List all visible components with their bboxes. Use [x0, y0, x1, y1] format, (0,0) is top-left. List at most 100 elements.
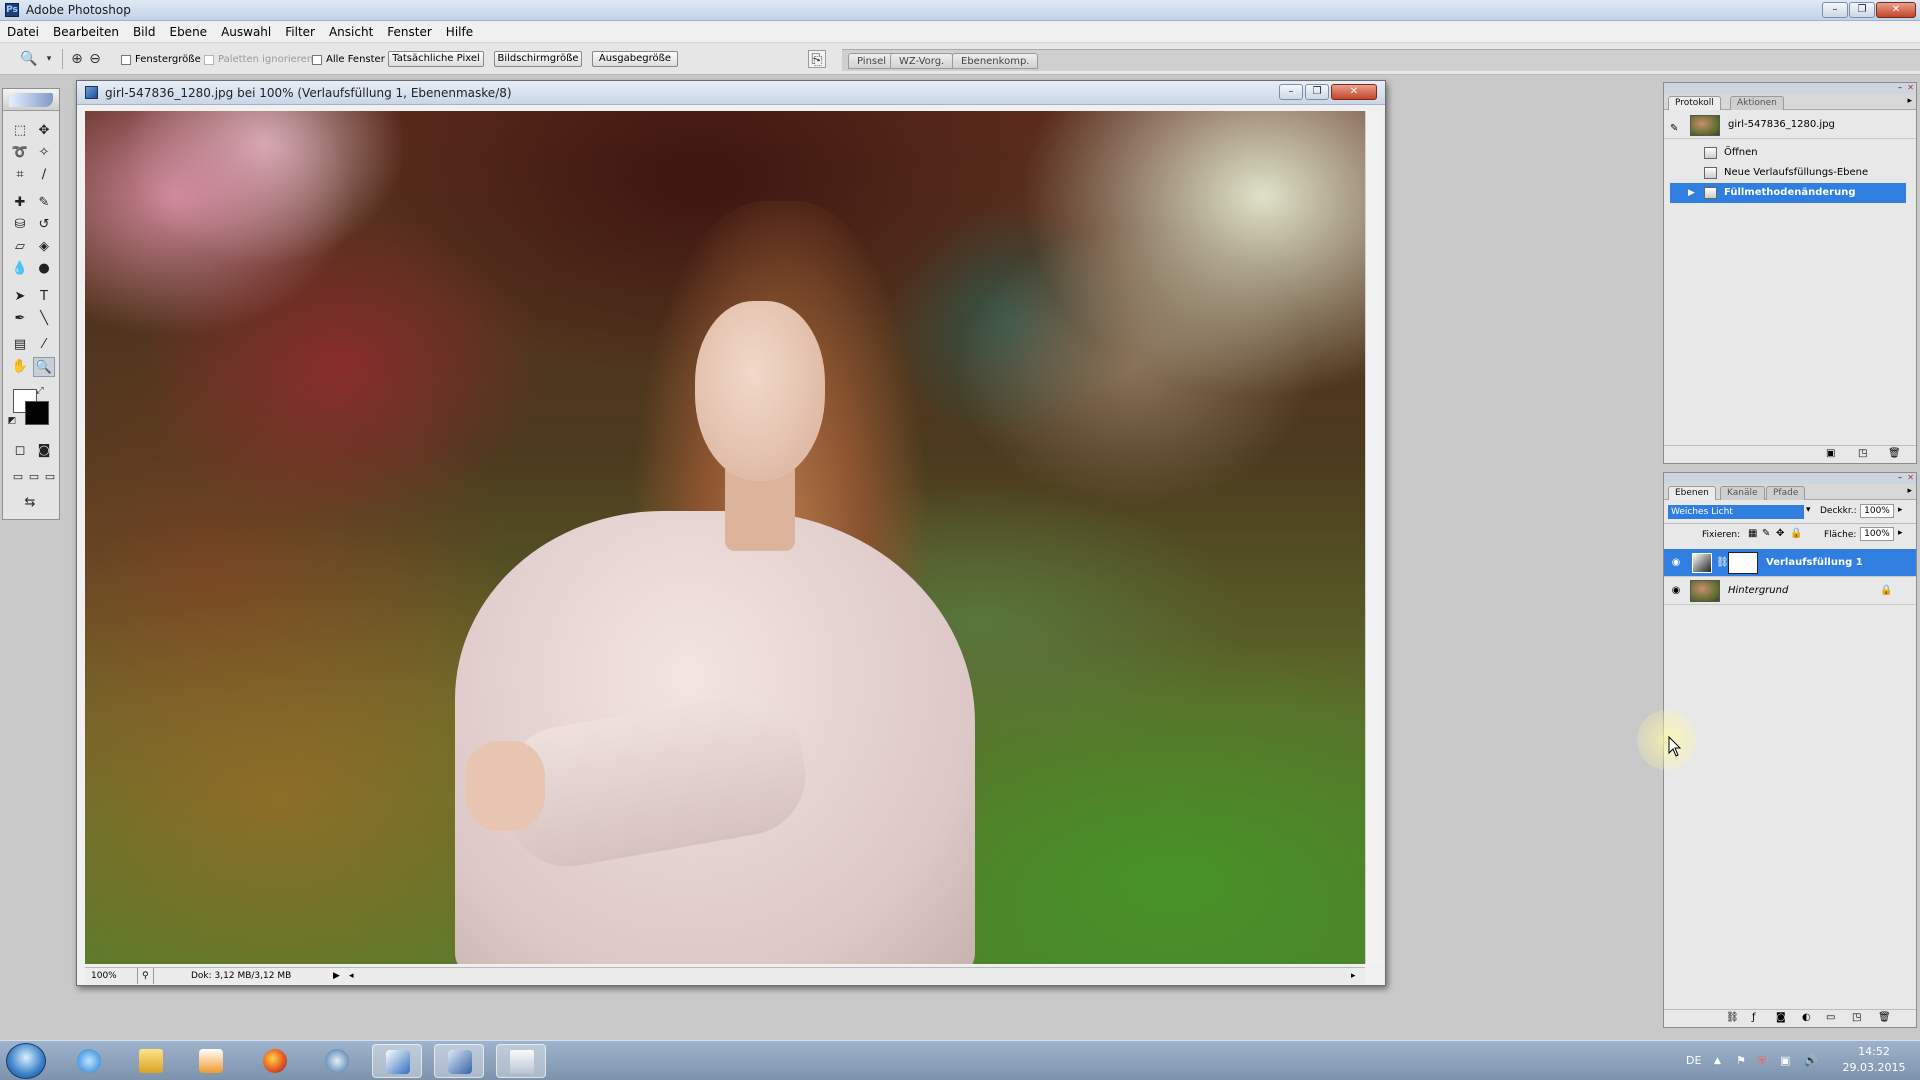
well-tab-pinsel[interactable]: Pinsel — [848, 53, 896, 69]
firefox-icon[interactable] — [250, 1044, 300, 1078]
vertical-scrollbar[interactable] — [1365, 111, 1381, 964]
move-tool-icon[interactable]: ✥ — [33, 121, 55, 141]
eyedropper-tool-icon[interactable]: ⁄ — [33, 335, 55, 355]
lock-all-icon[interactable]: 🔒 — [1790, 528, 1802, 539]
panel-close-icon[interactable]: ✕ — [1907, 83, 1914, 92]
panel-menu-icon[interactable]: ▸ — [1907, 486, 1912, 496]
internet-explorer-icon[interactable] — [64, 1044, 114, 1078]
zoom-out-icon[interactable]: ⊖ — [86, 50, 104, 68]
chevron-down-icon[interactable]: ▾ — [1806, 505, 1811, 515]
tool-preset-dropdown-icon[interactable]: ▾ — [40, 50, 58, 68]
opacity-input[interactable]: 100% — [1860, 504, 1894, 518]
standard-mode-icon[interactable]: ◻ — [9, 441, 31, 461]
magic-wand-tool-icon[interactable]: ✧ — [33, 143, 55, 163]
network-icon[interactable]: ▣ — [1780, 1041, 1790, 1080]
layer-row-hintergrund[interactable]: ◉ Hintergrund 🔒 — [1664, 577, 1916, 605]
taskbar-clock[interactable]: 14:52 29.03.2015 — [1834, 1044, 1914, 1076]
volume-icon[interactable]: 🔊 — [1804, 1041, 1818, 1080]
new-document-from-state-icon[interactable]: ▣ — [1826, 448, 1835, 459]
alle-fenster-checkbox[interactable]: Alle Fenster — [312, 54, 385, 65]
marquee-tool-icon[interactable]: ⬚ — [9, 121, 31, 141]
doc-maximize-button[interactable]: ❐ — [1305, 84, 1329, 100]
tab-pfade[interactable]: Pfade — [1766, 486, 1806, 500]
paletten-ignorieren-checkbox[interactable]: Paletten ignorieren — [204, 54, 313, 65]
brush-tool-icon[interactable]: ✎ — [33, 193, 55, 213]
paint-bucket-tool-icon[interactable]: ◈ — [33, 237, 55, 257]
layer-mask-thumbnail[interactable] — [1728, 552, 1758, 574]
network-app-icon[interactable] — [434, 1044, 484, 1078]
language-indicator[interactable]: DE — [1686, 1041, 1701, 1080]
type-tool-icon[interactable]: T — [33, 287, 55, 307]
fill-slider-arrow-icon[interactable]: ▸ — [1898, 528, 1903, 538]
notes-tool-icon[interactable]: ▤ — [9, 335, 31, 355]
history-item-neue-verlaufsfuellungs-ebene[interactable]: Neue Verlaufsfüllungs-Ebene — [1664, 163, 1916, 183]
zoom-tool-icon[interactable]: 🔍 — [20, 50, 38, 68]
photoshop-taskbar-icon[interactable] — [372, 1044, 422, 1078]
menu-filter[interactable]: Filter — [278, 21, 322, 43]
history-brush-tool-icon[interactable]: ↺ — [33, 215, 55, 235]
antivirus-shield-icon[interactable]: ⛨ — [1758, 1041, 1766, 1080]
link-layers-icon[interactable]: ⛓ — [1726, 1012, 1739, 1023]
close-button[interactable]: ✕ — [1876, 2, 1916, 18]
swap-colors-icon[interactable]: ⤢ — [33, 385, 47, 397]
dodge-tool-icon[interactable]: ● — [33, 259, 55, 279]
add-mask-icon[interactable]: ◙ — [1776, 1012, 1786, 1023]
menu-hilfe[interactable]: Hilfe — [439, 21, 480, 43]
default-colors-icon[interactable]: ◩ — [5, 415, 19, 427]
opacity-slider-arrow-icon[interactable]: ▸ — [1898, 505, 1903, 515]
screen-mode-full-icon[interactable]: ▭ — [39, 467, 61, 487]
tab-protokoll[interactable]: Protokoll — [1668, 96, 1721, 110]
lock-transparency-icon[interactable]: ▦ — [1748, 528, 1757, 539]
blur-tool-icon[interactable]: 💧 — [9, 259, 31, 279]
path-selection-tool-icon[interactable]: ➤ — [9, 287, 31, 307]
lasso-tool-icon[interactable]: ➰ — [9, 143, 31, 163]
hand-tool-icon[interactable]: ✋ — [9, 357, 31, 377]
scroll-left-icon[interactable]: ◂ — [349, 968, 354, 984]
image-canvas[interactable] — [85, 111, 1365, 964]
trash-icon[interactable]: 🗑 — [1888, 448, 1901, 459]
bildschirmgroesse-button[interactable]: Bildschirmgröße — [494, 51, 582, 67]
blend-mode-select[interactable]: Weiches Licht — [1668, 505, 1804, 519]
lock-image-icon[interactable]: ✎ — [1762, 528, 1770, 539]
panel-menu-icon[interactable]: ▸ — [1907, 96, 1912, 106]
clone-stamp-tool-icon[interactable]: ⛁ — [9, 215, 31, 235]
line-tool-icon[interactable]: ╲ — [33, 309, 55, 329]
eye-icon[interactable]: ◉ — [1669, 557, 1683, 569]
menu-fenster[interactable]: Fenster — [380, 21, 439, 43]
new-group-icon[interactable]: ▭ — [1826, 1012, 1835, 1023]
quick-mask-mode-icon[interactable]: ◙ — [33, 441, 55, 461]
trash-icon[interactable]: 🗑 — [1878, 1012, 1891, 1023]
layer-link-icon[interactable]: ⛓ — [1716, 549, 1729, 577]
jump-to-imageready-icon[interactable]: ⇆ — [19, 493, 41, 513]
tab-kanaele[interactable]: Kanäle — [1720, 486, 1765, 500]
panel-minimize-icon[interactable]: – — [1898, 473, 1902, 482]
file-explorer-icon[interactable] — [126, 1044, 176, 1078]
menu-ebene[interactable]: Ebene — [162, 21, 214, 43]
ausgabegroesse-button[interactable]: Ausgabegröße — [592, 51, 678, 67]
tab-aktionen[interactable]: Aktionen — [1730, 96, 1784, 110]
doc-close-button[interactable]: ✕ — [1331, 84, 1377, 100]
show-hidden-icons-icon[interactable]: ▲ — [1714, 1041, 1721, 1080]
browser-icon[interactable] — [312, 1044, 362, 1078]
panel-minimize-icon[interactable]: – — [1898, 83, 1902, 92]
layer-row-verlaufsfuellung[interactable]: ◉ ⛓ Verlaufsfüllung 1 — [1664, 549, 1916, 577]
eraser-tool-icon[interactable]: ▱ — [9, 237, 31, 257]
status-menu-arrow-icon[interactable]: ▶ — [333, 968, 340, 984]
crop-tool-icon[interactable]: ⌗ — [9, 165, 31, 185]
history-snapshot[interactable]: ✎ girl-547836_1280.jpg — [1664, 113, 1916, 139]
slice-tool-icon[interactable]: ∕ — [33, 165, 55, 185]
new-layer-icon[interactable]: ◳ — [1852, 1012, 1861, 1023]
pen-tool-icon[interactable]: ✒ — [9, 309, 31, 329]
healing-brush-tool-icon[interactable]: ✚ — [9, 193, 31, 213]
file-browser-icon[interactable]: ⎘ — [808, 50, 826, 68]
status-preview-icon[interactable]: ⚲ — [137, 968, 154, 984]
adjustment-layer-icon[interactable]: ◐ — [1802, 1012, 1811, 1023]
eye-icon[interactable]: ◉ — [1669, 585, 1683, 597]
menu-auswahl[interactable]: Auswahl — [214, 21, 278, 43]
fill-input[interactable]: 100% — [1860, 527, 1894, 541]
zoom-in-icon[interactable]: ⊕ — [68, 50, 86, 68]
media-player-icon[interactable] — [186, 1044, 236, 1078]
tab-ebenen[interactable]: Ebenen — [1668, 486, 1716, 500]
well-tab-wz-vorg[interactable]: WZ-Vorg. — [890, 53, 954, 69]
layer-style-icon[interactable]: ƒ — [1752, 1012, 1756, 1023]
